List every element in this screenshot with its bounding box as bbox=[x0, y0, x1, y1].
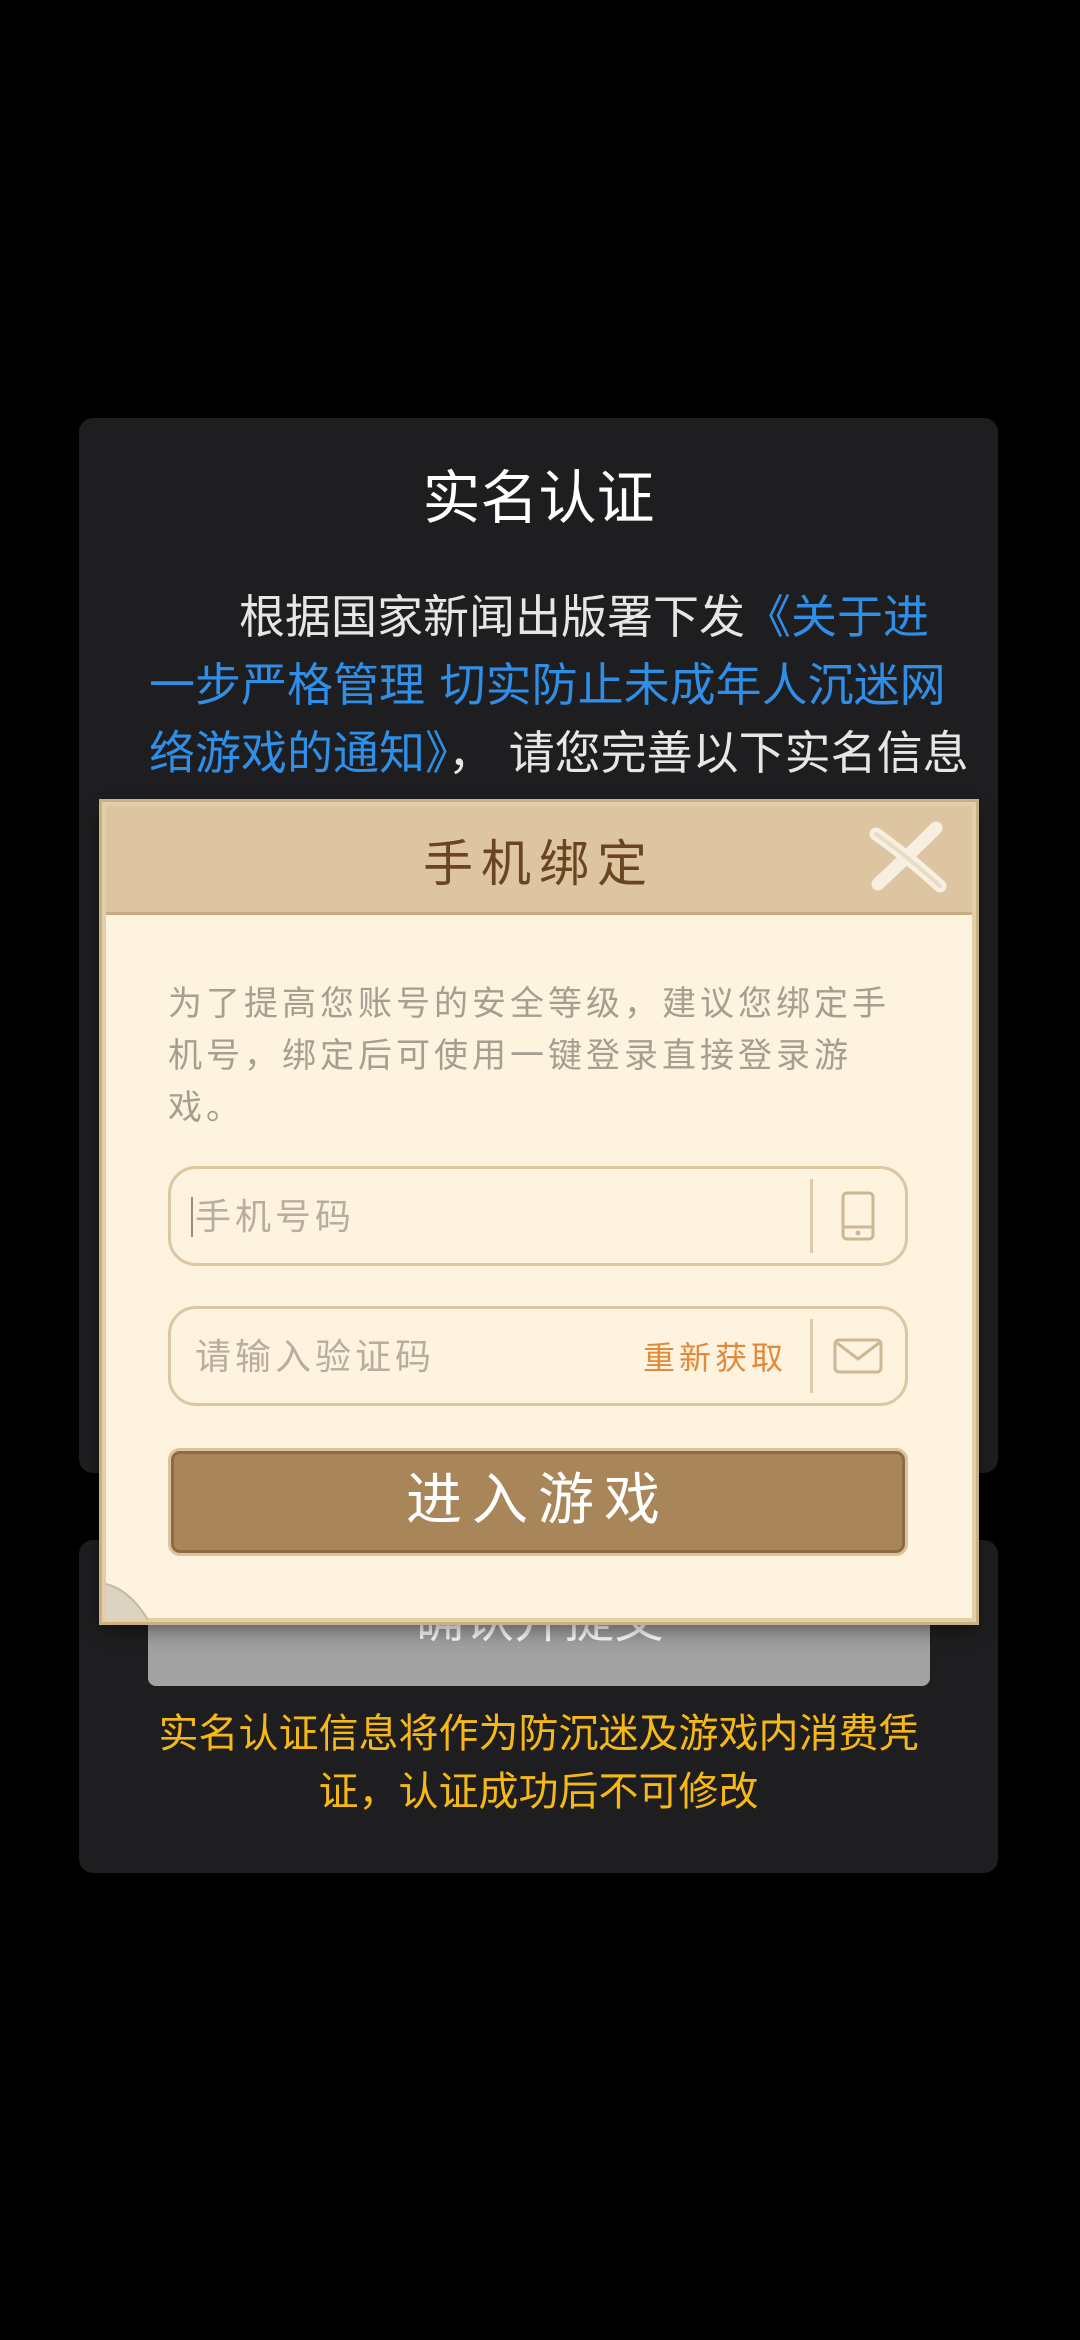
phone-input[interactable] bbox=[193, 1169, 757, 1265]
realname-title: 实名认证 bbox=[422, 464, 655, 532]
mail-icon bbox=[829, 1327, 887, 1385]
realname-body-prefix: 根据国家新闻出版署下发 bbox=[239, 590, 745, 644]
phone-bind-description: 为了提高您账号的安全等级，建议您绑定手机号，绑定后可使用一键登录直接登录游戏。 bbox=[168, 984, 890, 1128]
phone-bind-title: 手机绑定 bbox=[423, 835, 655, 893]
realname-body-suffix: ， 请您完善以下实名信息 bbox=[448, 726, 969, 780]
field-divider bbox=[810, 1319, 813, 1393]
phone-icon bbox=[829, 1187, 887, 1245]
code-field[interactable]: 重新获取 bbox=[168, 1306, 908, 1406]
phone-field[interactable] bbox=[168, 1166, 908, 1266]
code-input[interactable] bbox=[193, 1309, 577, 1405]
phone-bind-header: 手机绑定 bbox=[106, 806, 972, 915]
realname-notice: 实名认证信息将作为防沉迷及游戏内消费凭证，认证成功后不可修改 bbox=[158, 1711, 919, 1815]
resend-button[interactable]: 重新获取 bbox=[643, 1333, 787, 1379]
field-divider bbox=[810, 1179, 813, 1253]
enter-game-button[interactable]: 进入游戏 bbox=[168, 1448, 908, 1556]
realname-body: 根据国家新闻出版署下发《关于进一步严格管理 切实防止未成年人沉迷网络游戏的通知》… bbox=[149, 583, 969, 813]
phone-bind-modal: 手机绑定 为了提高您账号的安全等级，建议您绑定手机号，绑定后可使用一键登录直接登… bbox=[102, 802, 976, 1622]
close-icon[interactable] bbox=[862, 814, 952, 904]
page-curl-decoration bbox=[100, 1554, 170, 1624]
